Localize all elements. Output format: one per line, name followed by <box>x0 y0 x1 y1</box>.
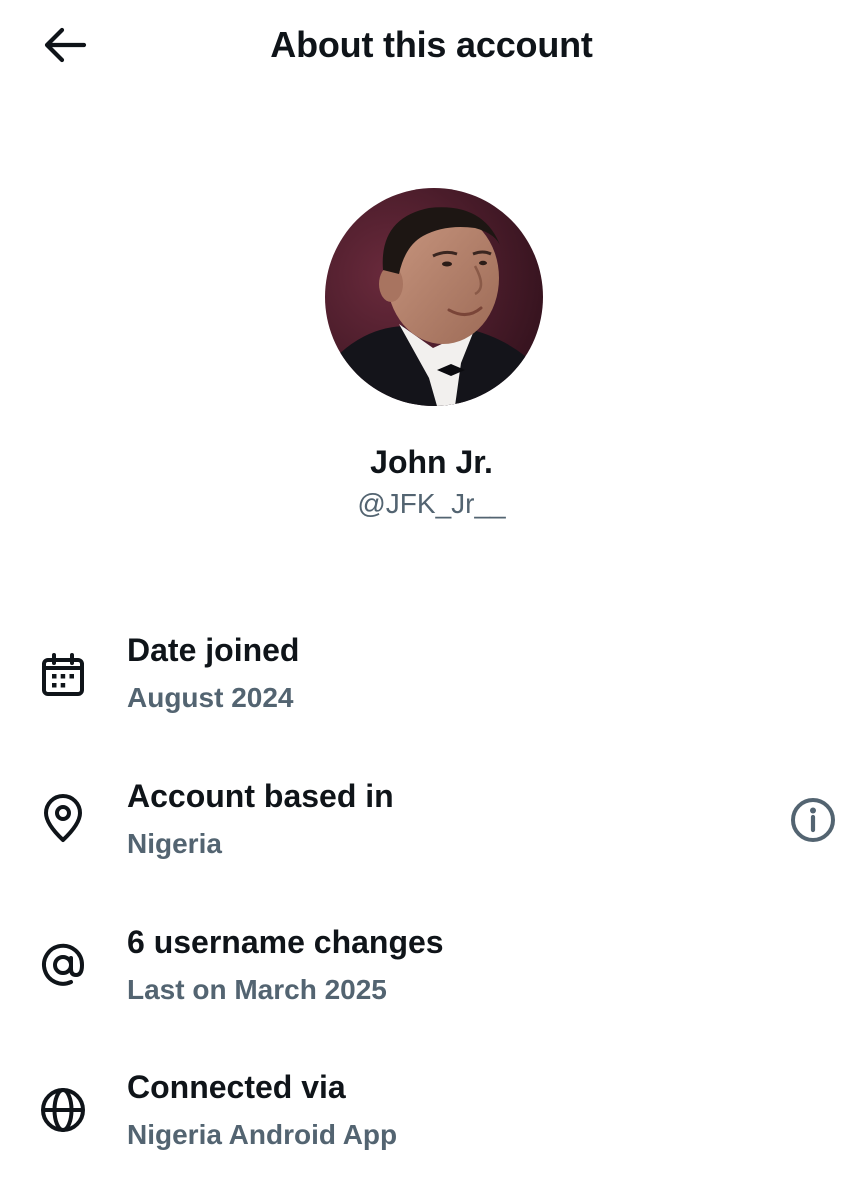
detail-row-account-based-in: Account based in Nigeria <box>0 766 863 876</box>
avatar[interactable] <box>325 188 543 406</box>
detail-label: Date joined <box>127 632 300 668</box>
info-icon <box>791 798 835 842</box>
detail-value: Nigeria <box>127 828 222 859</box>
detail-label: Account based in <box>127 778 394 814</box>
info-button[interactable] <box>786 793 840 847</box>
detail-row-connected-via: Connected via Nigeria Android App <box>0 1057 863 1167</box>
profile-name: John Jr. <box>370 444 493 480</box>
detail-value: August 2024 <box>127 682 294 713</box>
detail-label: 6 username changes <box>127 924 444 960</box>
top-bar: About this account <box>0 0 863 92</box>
detail-row-date-joined: Date joined August 2024 <box>0 620 863 730</box>
detail-value: Last on March 2025 <box>127 974 387 1005</box>
globe-icon <box>38 1085 88 1135</box>
detail-label: Connected via <box>127 1069 346 1105</box>
profile-handle: @JFK_Jr__ <box>357 488 506 519</box>
calendar-icon <box>38 650 88 700</box>
page-title: About this account <box>270 24 593 65</box>
detail-row-username-changes: 6 username changes Last on March 2025 <box>0 912 863 1022</box>
detail-value: Nigeria Android App <box>127 1119 398 1150</box>
at-sign-icon <box>38 940 88 990</box>
location-pin-icon <box>38 794 88 844</box>
